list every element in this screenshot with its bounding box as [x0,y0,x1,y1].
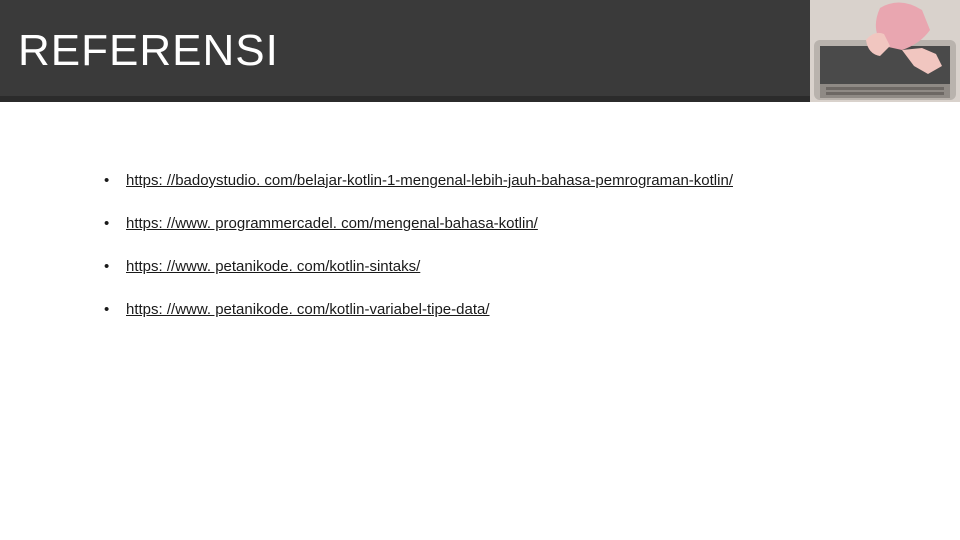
page-title: REFERENSI [18,26,279,76]
reference-link[interactable]: https: //badoystudio. com/belajar-kotlin… [126,172,733,189]
reference-link[interactable]: https: //www. programmercadel. com/menge… [126,215,538,232]
list-item: https: //badoystudio. com/belajar-kotlin… [98,172,960,189]
list-item: https: //www. programmercadel. com/menge… [98,215,960,232]
reference-link[interactable]: https: //www. petanikode. com/kotlin-var… [126,301,490,318]
list-item: https: //www. petanikode. com/kotlin-sin… [98,258,960,275]
reference-link[interactable]: https: //www. petanikode. com/kotlin-sin… [126,258,420,275]
slide-content: https: //badoystudio. com/belajar-kotlin… [0,102,960,318]
header-image [810,0,960,102]
reference-list: https: //badoystudio. com/belajar-kotlin… [98,172,960,318]
slide-header: REFERENSI [0,0,960,102]
list-item: https: //www. petanikode. com/kotlin-var… [98,301,960,318]
laptop-photo-icon [810,0,960,102]
